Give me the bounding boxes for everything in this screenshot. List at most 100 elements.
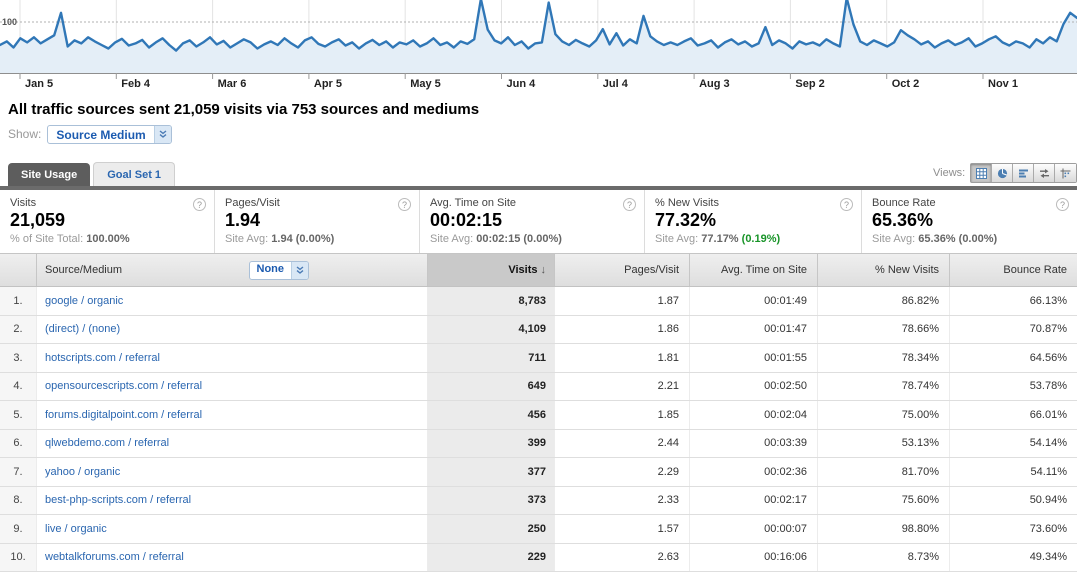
table-row: 2.(direct) / (none)4,1091.8600:01:4778.6… — [0, 316, 1077, 345]
cell-avg-time: 00:01:49 — [690, 287, 818, 315]
cell-avg-time: 00:01:47 — [690, 316, 818, 344]
tab-site-usage[interactable]: Site Usage — [8, 163, 90, 186]
help-icon[interactable]: ? — [398, 198, 411, 211]
cell-new-visits: 75.60% — [818, 487, 950, 515]
metric-subtext: Site Avg: 65.36% (0.00%) — [872, 233, 1067, 245]
cell-pages-visit: 2.29 — [555, 458, 690, 486]
performance-view-button[interactable] — [1013, 164, 1034, 182]
cell-pages-visit: 1.86 — [555, 316, 690, 344]
segment-dropdown-value: None — [250, 262, 292, 279]
x-axis-tick-label: Jun 4 — [507, 78, 537, 90]
pie-chart-view-icon — [997, 168, 1008, 179]
x-axis-tick-label: Mar 6 — [218, 78, 247, 90]
cell-new-visits: 86.82% — [818, 287, 950, 315]
source-medium-link[interactable]: hotscripts.com / referral — [37, 344, 428, 372]
cell-bounce-rate: 53.78% — [950, 373, 1077, 401]
source-medium-link[interactable]: live / organic — [37, 515, 428, 543]
source-medium-link[interactable]: (direct) / (none) — [37, 316, 428, 344]
cell-visits: 649 — [428, 373, 555, 401]
cell-new-visits: 53.13% — [818, 430, 950, 458]
table-body: 1.google / organic8,7831.8700:01:4986.82… — [0, 287, 1077, 572]
cell-visits: 456 — [428, 401, 555, 429]
cell-bounce-rate: 64.56% — [950, 344, 1077, 372]
header-bounce-rate[interactable]: Bounce Rate — [950, 254, 1077, 286]
sort-descending-icon: ↓ — [541, 264, 547, 276]
cell-visits: 377 — [428, 458, 555, 486]
cell-pages-visit: 2.21 — [555, 373, 690, 401]
help-icon[interactable]: ? — [623, 198, 636, 211]
metric-value: 21,059 — [10, 210, 204, 231]
metric-title: Avg. Time on Site — [430, 197, 634, 209]
header-visits-sorted[interactable]: Visits↓ — [428, 254, 555, 286]
pivot-view-icon — [1060, 168, 1071, 179]
cell-pages-visit: 2.44 — [555, 430, 690, 458]
show-row: Show: Source Medium — [8, 123, 1077, 145]
source-medium-link[interactable]: best-php-scripts.com / referral — [37, 487, 428, 515]
pie-chart-view-button[interactable] — [992, 164, 1013, 182]
table-view-button[interactable] — [971, 164, 992, 182]
x-axis-tick-label: Apr 5 — [314, 78, 342, 90]
cell-bounce-rate: 50.94% — [950, 487, 1077, 515]
metric-title: Visits — [10, 197, 204, 209]
cell-pages-visit: 2.63 — [555, 544, 690, 572]
header-avg-time[interactable]: Avg. Time on Site — [690, 254, 818, 286]
segment-none-dropdown[interactable]: None — [249, 261, 310, 280]
cell-pages-visit: 2.33 — [555, 487, 690, 515]
tabs-row: Site Usage Goal Set 1 Views: — [0, 160, 1077, 186]
source-medium-link[interactable]: yahoo / organic — [37, 458, 428, 486]
cell-visits: 399 — [428, 430, 555, 458]
help-icon[interactable]: ? — [1056, 198, 1069, 211]
cell-bounce-rate: 49.34% — [950, 544, 1077, 572]
cell-avg-time: 00:16:06 — [690, 544, 818, 572]
metrics-scorecards: Visits 21,059 % of Site Total: 100.00% ?… — [0, 190, 1077, 253]
cell-new-visits: 78.34% — [818, 344, 950, 372]
cell-new-visits: 8.73% — [818, 544, 950, 572]
help-icon[interactable]: ? — [840, 198, 853, 211]
cell-avg-time: 00:02:04 — [690, 401, 818, 429]
cell-bounce-rate: 54.11% — [950, 458, 1077, 486]
visits-sparkline-chart: Jan 5Feb 4Mar 6Apr 5May 5Jun 4Jul 4Aug 3… — [0, 0, 1077, 90]
metric-title: Pages/Visit — [225, 197, 409, 209]
pivot-view-button[interactable] — [1055, 164, 1076, 182]
performance-view-icon — [1018, 168, 1029, 179]
source-medium-link[interactable]: google / organic — [37, 287, 428, 315]
metric-value: 00:02:15 — [430, 210, 634, 231]
page-title: All traffic sources sent 21,059 visits v… — [8, 101, 1077, 118]
cell-avg-time: 00:03:39 — [690, 430, 818, 458]
row-rank: 1. — [0, 287, 37, 315]
help-icon[interactable]: ? — [193, 198, 206, 211]
metric-value: 65.36% — [872, 210, 1067, 231]
x-axis-tick-label: Feb 4 — [121, 78, 151, 90]
tab-goal-set-1[interactable]: Goal Set 1 — [93, 162, 175, 186]
metric-subtext: Site Avg: 00:02:15 (0.00%) — [430, 233, 634, 245]
comparison-view-button[interactable] — [1034, 164, 1055, 182]
table-row: 6.qlwebdemo.com / referral3992.4400:03:3… — [0, 430, 1077, 459]
show-label: Show: — [8, 127, 41, 141]
metric-visits: Visits 21,059 % of Site Total: 100.00% ? — [0, 190, 215, 253]
source-medium-link[interactable]: opensourcescripts.com / referral — [37, 373, 428, 401]
table-row: 4.opensourcescripts.com / referral6492.2… — [0, 373, 1077, 402]
source-medium-link[interactable]: forums.digitalpoint.com / referral — [37, 401, 428, 429]
sparkline-svg: Jan 5Feb 4Mar 6Apr 5May 5Jun 4Jul 4Aug 3… — [0, 0, 1077, 90]
table-row: 8.best-php-scripts.com / referral3732.33… — [0, 487, 1077, 516]
cell-visits: 373 — [428, 487, 555, 515]
row-rank: 5. — [0, 401, 37, 429]
row-rank: 7. — [0, 458, 37, 486]
views-toolbar: Views: — [933, 163, 1077, 183]
header-pages-visit[interactable]: Pages/Visit — [555, 254, 690, 286]
metric-avg-time: Avg. Time on Site 00:02:15 Site Avg: 00:… — [420, 190, 645, 253]
x-axis-tick-label: Oct 2 — [892, 78, 920, 90]
source-medium-link[interactable]: webtalkforums.com / referral — [37, 544, 428, 572]
cell-new-visits: 75.00% — [818, 401, 950, 429]
cell-new-visits: 78.66% — [818, 316, 950, 344]
cell-bounce-rate: 70.87% — [950, 316, 1077, 344]
source-medium-link[interactable]: qlwebdemo.com / referral — [37, 430, 428, 458]
cell-new-visits: 98.80% — [818, 515, 950, 543]
x-axis-tick-label: Jul 4 — [603, 78, 629, 90]
comparison-view-icon — [1039, 168, 1050, 179]
header-new-visits[interactable]: % New Visits — [818, 254, 950, 286]
cell-avg-time: 00:02:50 — [690, 373, 818, 401]
show-source-medium-dropdown[interactable]: Source Medium — [47, 125, 171, 144]
metric-title: % New Visits — [655, 197, 851, 209]
x-axis-tick-label: Nov 1 — [988, 78, 1018, 90]
